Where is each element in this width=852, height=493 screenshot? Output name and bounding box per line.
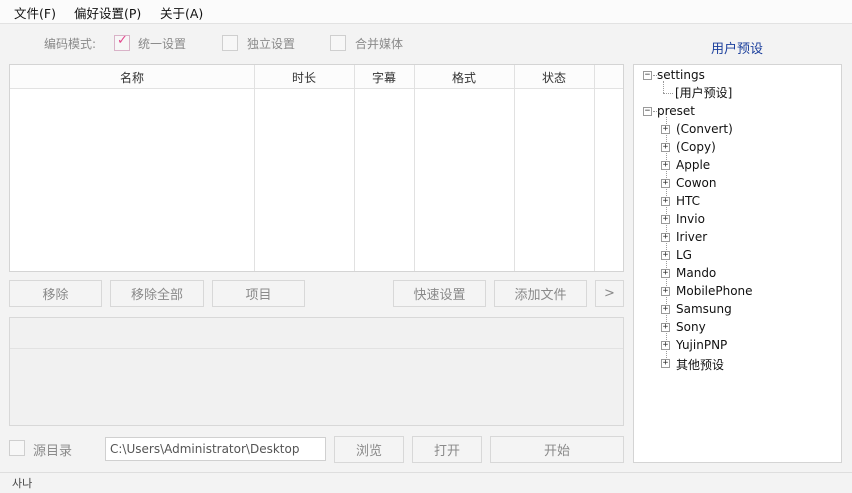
- expand-icon[interactable]: +: [661, 269, 670, 278]
- tree-node-sony[interactable]: Sony: [676, 320, 706, 334]
- tree-node-invio[interactable]: Invio: [676, 212, 705, 226]
- expand-icon[interactable]: +: [661, 251, 670, 260]
- source-dir-label: 源目录: [33, 444, 73, 459]
- source-dir-checkbox[interactable]: [9, 440, 25, 456]
- tree-node-copy[interactable]: (Copy): [676, 140, 716, 154]
- expand-icon[interactable]: +: [661, 143, 670, 152]
- expand-icon[interactable]: +: [661, 215, 670, 224]
- checkmark-icon: ✓: [117, 33, 128, 48]
- expand-icon[interactable]: +: [661, 179, 670, 188]
- expand-icon[interactable]: +: [661, 161, 670, 170]
- tree-node-htc[interactable]: HTC: [676, 194, 700, 208]
- start-button[interactable]: 开始: [490, 436, 624, 463]
- encoding-mode-label: 编码模式:: [44, 37, 97, 51]
- expand-icon[interactable]: +: [661, 359, 670, 368]
- tree-node-user-preset[interactable]: [用户预设]: [675, 84, 732, 101]
- log-divider: [10, 348, 623, 349]
- column-header-name[interactable]: 名称: [10, 69, 254, 86]
- status-text: 사나: [12, 477, 33, 490]
- independent-settings-checkbox[interactable]: [222, 35, 238, 51]
- expand-icon[interactable]: +: [661, 197, 670, 206]
- tree-node-samsung[interactable]: Samsung: [676, 302, 732, 316]
- open-button[interactable]: 打开: [412, 436, 482, 463]
- tree-node-settings[interactable]: settings: [657, 68, 705, 82]
- column-divider: [254, 65, 255, 271]
- expand-icon[interactable]: +: [661, 305, 670, 314]
- tree-node-other-presets[interactable]: 其他预设: [676, 356, 724, 373]
- merge-media-label: 合并媒体: [355, 37, 404, 51]
- tree-node-cowon[interactable]: Cowon: [676, 176, 716, 190]
- expand-icon[interactable]: +: [661, 287, 670, 296]
- quick-settings-button[interactable]: 快速设置: [393, 280, 486, 307]
- expand-icon[interactable]: +: [661, 233, 670, 242]
- column-divider: [354, 65, 355, 271]
- tree-node-lg[interactable]: LG: [676, 248, 692, 262]
- merge-media-checkbox[interactable]: [330, 35, 346, 51]
- tree-node-apple[interactable]: Apple: [676, 158, 710, 172]
- column-divider: [594, 65, 595, 271]
- column-divider: [514, 65, 515, 271]
- unified-settings-label: 统一设置: [138, 37, 187, 51]
- remove-button[interactable]: 移除: [9, 280, 102, 307]
- tree-node-mando[interactable]: Mando: [676, 266, 716, 280]
- browse-button[interactable]: 浏览: [334, 436, 404, 463]
- independent-settings-label: 独立设置: [247, 37, 296, 51]
- tree-node-preset[interactable]: preset: [657, 104, 695, 118]
- file-table[interactable]: 名称 时长 字幕 格式 状态: [9, 64, 624, 272]
- status-bar: [0, 472, 852, 493]
- expand-icon[interactable]: +: [661, 341, 670, 350]
- menu-preferences[interactable]: 偏好设置(P): [74, 3, 141, 22]
- item-button[interactable]: 项目: [212, 280, 305, 307]
- tree-node-mobilephone[interactable]: MobilePhone: [676, 284, 753, 298]
- menu-about[interactable]: 关于(A): [160, 3, 203, 22]
- remove-all-button[interactable]: 移除全部: [110, 280, 204, 307]
- log-panel: [9, 317, 624, 426]
- column-divider: [414, 65, 415, 271]
- more-button[interactable]: >: [595, 280, 624, 307]
- preset-tree[interactable]: − settings [用户预设] − preset + (Convert) +…: [633, 64, 842, 463]
- collapse-icon[interactable]: −: [643, 71, 652, 80]
- unified-settings-checkbox[interactable]: ✓: [114, 33, 130, 51]
- column-header-format[interactable]: 格式: [414, 69, 514, 86]
- tree-connector: [663, 93, 673, 94]
- tree-node-iriver[interactable]: Iriver: [676, 230, 707, 244]
- table-header: 名称 时长 字幕 格式 状态: [10, 65, 623, 89]
- expand-icon[interactable]: +: [661, 125, 670, 134]
- tree-connector: [663, 81, 664, 93]
- column-header-subtitle[interactable]: 字幕: [354, 69, 414, 86]
- column-header-duration[interactable]: 时长: [254, 69, 354, 86]
- add-file-button[interactable]: 添加文件: [494, 280, 587, 307]
- tree-node-yujinpnp[interactable]: YujinPNP: [676, 338, 727, 352]
- output-path-input[interactable]: [105, 437, 326, 461]
- expand-icon[interactable]: +: [661, 323, 670, 332]
- column-header-status[interactable]: 状态: [514, 69, 594, 86]
- tree-node-convert[interactable]: (Convert): [676, 122, 733, 136]
- preset-panel-title: 用户预设: [710, 42, 763, 57]
- menu-file[interactable]: 文件(F): [14, 3, 56, 22]
- menu-bar: 文件(F) 偏好设置(P) 关于(A): [0, 0, 852, 24]
- collapse-icon[interactable]: −: [643, 107, 652, 116]
